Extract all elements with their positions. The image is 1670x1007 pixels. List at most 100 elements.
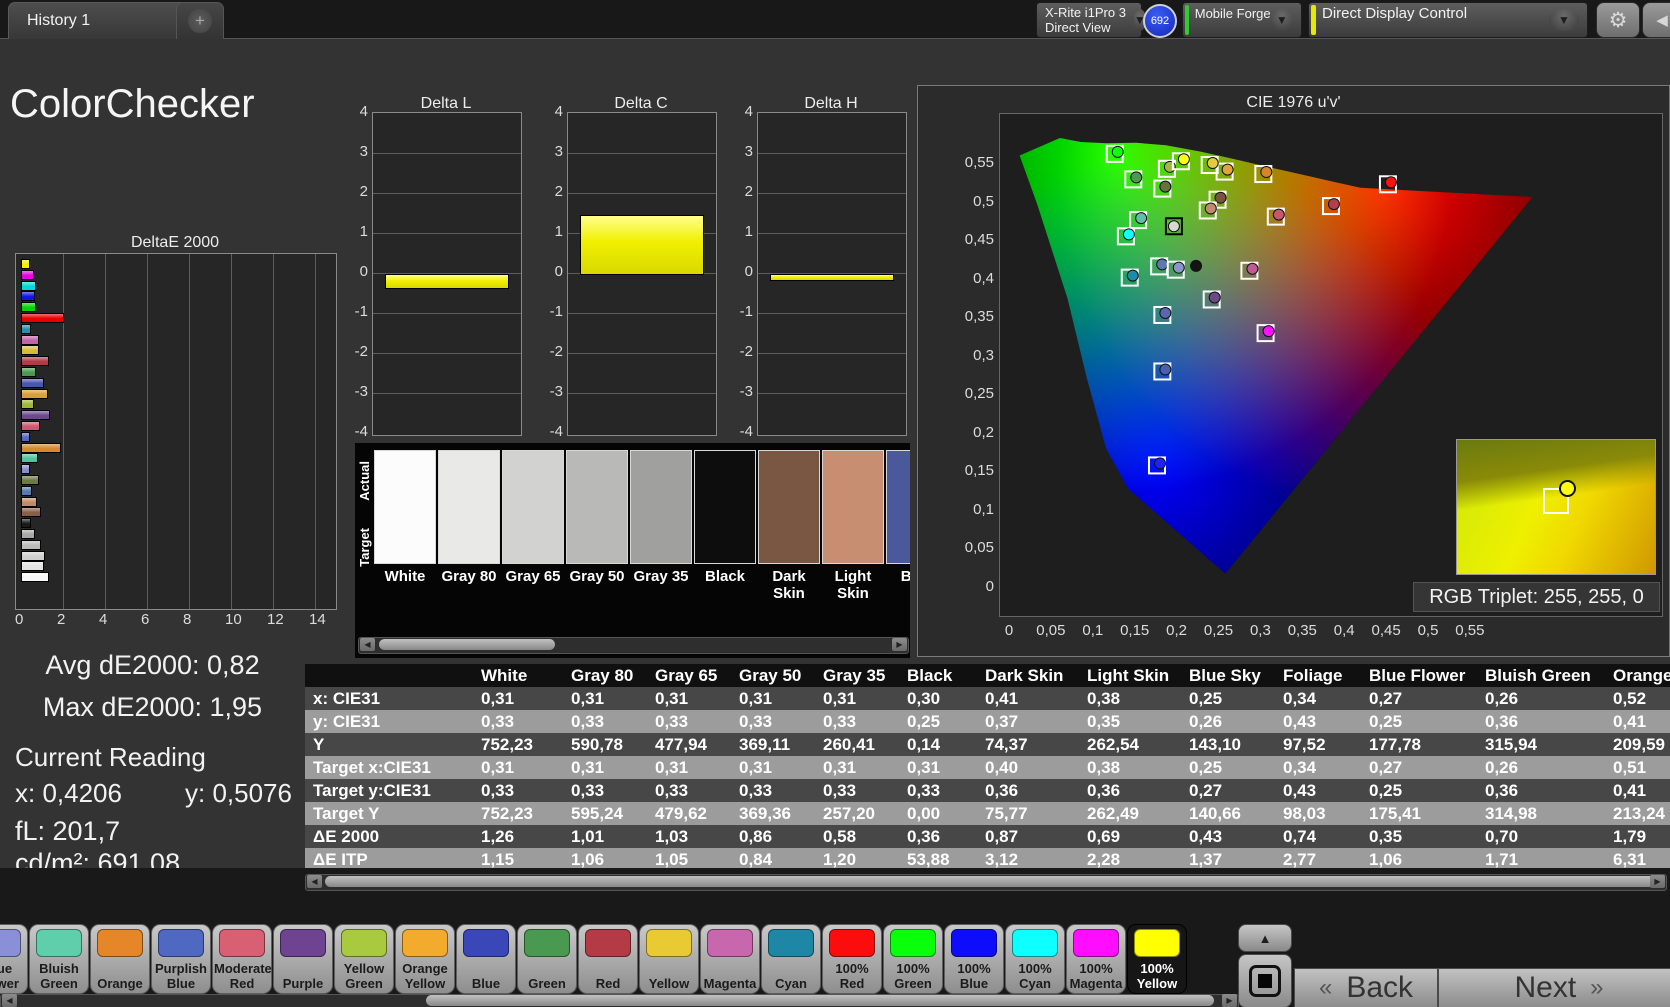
pattern-button-yellow-green[interactable]: Yellow Green	[334, 924, 394, 994]
pattern-button-yellow[interactable]: Yellow	[639, 924, 699, 994]
deltae-bar-green	[21, 367, 36, 377]
table-scrollbar-thumb[interactable]	[325, 876, 1655, 887]
swatch-scrollbar[interactable]: ◀ ▶	[358, 637, 909, 654]
swatch-gray-65: Gray 65	[502, 450, 562, 585]
delta_c-y-tick: 2	[537, 183, 563, 200]
collapse-panel-button[interactable]: ◀	[1642, 2, 1670, 38]
pattern-button-100-green[interactable]: 100% Green	[883, 924, 943, 994]
cie-x-tick: 0,35	[1282, 622, 1322, 639]
table-row-label: y: CIE31	[305, 710, 473, 733]
table-cell: 0,33	[815, 779, 899, 802]
pattern-button-orange[interactable]: Orange	[90, 924, 150, 994]
table-scrollbar[interactable]: ◀ ▶	[305, 874, 1667, 891]
table-cell: 0,26	[1181, 710, 1275, 733]
source-label: Mobile Forge	[1195, 6, 1271, 21]
pattern-button-label: Orange Yellow	[397, 957, 453, 993]
meter-dropdown[interactable]: X-Rite i1Pro 3 Direct View ▼	[1036, 2, 1142, 38]
table-cell: 0,33	[473, 779, 563, 802]
pattern-button-100-yellow[interactable]: 100% Yellow	[1127, 924, 1187, 994]
pattern-button-green[interactable]: Green	[517, 924, 577, 994]
table-cell: 0,31	[815, 687, 899, 710]
tab-history-1[interactable]: History 1	[8, 2, 192, 39]
cie-x-tick: 0,2	[1157, 622, 1197, 639]
delta_l-y-tick: -1	[342, 303, 368, 320]
cie-y-tick: 0,15	[946, 462, 994, 479]
back-button[interactable]: « Back	[1294, 968, 1438, 1007]
scroll-left-icon[interactable]: ◀	[360, 638, 375, 651]
pattern-button-cyan[interactable]: Cyan	[761, 924, 821, 994]
table-row: Y752,23590,78477,94369,11260,410,1474,37…	[305, 733, 1670, 756]
table-row-label: x: CIE31	[305, 687, 473, 710]
pattern-button-label: 100% Green	[885, 957, 941, 993]
pattern-button-label: Green	[519, 957, 575, 993]
pattern-button-purple[interactable]: Purple	[273, 924, 333, 994]
table-row: Target Y752,23595,24479,62369,36257,200,…	[305, 802, 1670, 825]
display-control-dropdown[interactable]: Direct Display Control ▼	[1308, 2, 1588, 38]
tab-label: History 1	[27, 12, 90, 30]
table-cell: 479,62	[647, 802, 731, 825]
scroll-right-icon[interactable]: ▶	[1222, 994, 1237, 1007]
table-cell: 0,33	[815, 710, 899, 733]
pattern-button-100-cyan[interactable]: 100% Cyan	[1005, 924, 1065, 994]
add-tab-button[interactable]: +	[176, 2, 224, 39]
table-cell: 752,23	[473, 802, 563, 825]
deltae-x-tick: 10	[225, 611, 242, 628]
table-row: ΔE 20001,261,011,030,860,580,360,870,690…	[305, 825, 1670, 848]
swatch-scrollbar-thumb[interactable]	[379, 639, 555, 650]
pattern-color-patch	[524, 929, 570, 957]
table-cell: 0,36	[1079, 779, 1181, 802]
pattern-button-blue-flower[interactable]: Blue Flower	[0, 924, 28, 994]
table-col-header: Black	[899, 664, 977, 687]
pattern-button-moderate-red[interactable]: Moderate Red	[212, 924, 272, 994]
table-cell: 0,36	[977, 779, 1079, 802]
delta_h-y-tick: -3	[727, 383, 753, 400]
deltae-bar-dark-skin	[21, 507, 41, 517]
pattern-up-button[interactable]: ▲	[1238, 924, 1292, 952]
next-button[interactable]: Next »	[1438, 968, 1670, 1007]
pattern-button-purplish-blue[interactable]: Purplish Blue	[151, 924, 211, 994]
scroll-right-icon[interactable]: ▶	[892, 638, 907, 651]
table-cell: 0,31	[563, 687, 647, 710]
cie-point-orange-measured	[1261, 167, 1272, 178]
delta_l-y-tick: 3	[342, 143, 368, 160]
table-cell: 1,26	[473, 825, 563, 848]
pattern-scrollbar-thumb[interactable]	[426, 995, 1214, 1006]
delta_c-bar	[580, 215, 704, 275]
cie-x-tick: 0,05	[1031, 622, 1071, 639]
pattern-button-100-magenta[interactable]: 100% Magenta	[1066, 924, 1126, 994]
pattern-color-patch	[585, 929, 631, 957]
pattern-window-button[interactable]	[1238, 954, 1292, 1007]
settings-button[interactable]: ⚙	[1596, 2, 1640, 38]
pattern-button-magenta[interactable]: Magenta	[700, 924, 760, 994]
pattern-button-blue[interactable]: Blue	[456, 924, 516, 994]
scroll-left-icon[interactable]: ◀	[2, 994, 17, 1007]
table-cell: 0,27	[1181, 779, 1275, 802]
chevron-down-icon: ▼	[1271, 9, 1293, 31]
delta_h-y-tick: -1	[727, 303, 753, 320]
pattern-button-red[interactable]: Red	[578, 924, 638, 994]
pattern-button-100-red[interactable]: 100% Red	[822, 924, 882, 994]
deltae-bar-red	[21, 356, 49, 366]
pattern-button-100-blue[interactable]: 100% Blue	[944, 924, 1004, 994]
table-row: Target y:CIE310,330,330,330,330,330,330,…	[305, 779, 1670, 802]
pattern-button-bluish-green[interactable]: Bluish Green	[29, 924, 89, 994]
table-cell: 590,78	[563, 733, 647, 756]
pattern-button-orange-yellow[interactable]: Orange Yellow	[395, 924, 455, 994]
source-dropdown[interactable]: Mobile Forge ▼	[1182, 2, 1302, 38]
deltae-x-tick: 12	[267, 611, 284, 628]
pattern-scrollbar[interactable]: ◀ ▶	[0, 994, 1239, 1007]
delta_l-y-tick: 1	[342, 223, 368, 240]
pattern-button-label: Moderate Red	[214, 957, 270, 993]
cie-point-foliage-measured	[1160, 181, 1171, 192]
table-cell: 0,41	[977, 687, 1079, 710]
delta_h-y-tick: 1	[727, 223, 753, 240]
delta_c-y-tick: -1	[537, 303, 563, 320]
scroll-right-icon[interactable]: ▶	[1650, 875, 1665, 888]
page-title: ColorChecker	[10, 82, 255, 127]
table-cell: 477,94	[647, 733, 731, 756]
pattern-button-label: Cyan	[763, 957, 819, 993]
scroll-left-icon[interactable]: ◀	[307, 875, 322, 888]
deltae-bar-gray-35	[21, 529, 35, 539]
deltae-bar-orange	[21, 443, 61, 453]
table-cell: 0,40	[977, 756, 1079, 779]
